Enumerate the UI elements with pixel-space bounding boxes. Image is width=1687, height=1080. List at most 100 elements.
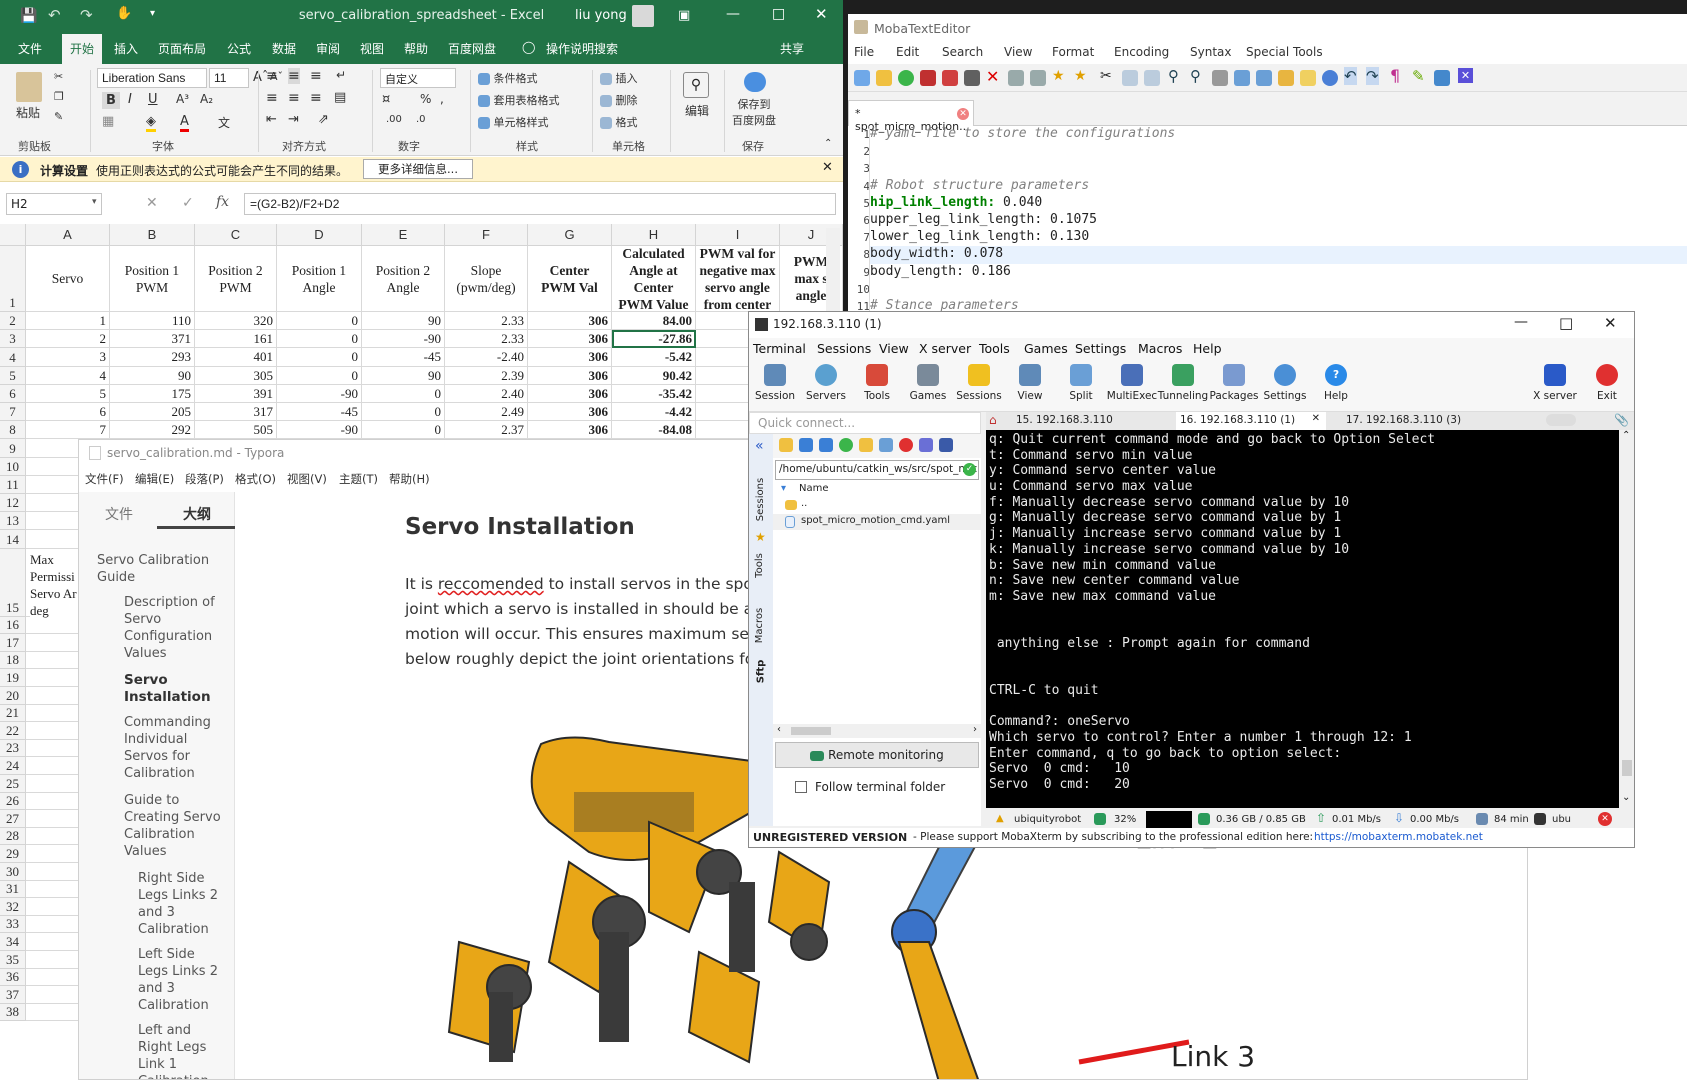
paste-icon[interactable] [1144, 70, 1160, 86]
table-cell[interactable]: 2.49 [445, 403, 528, 422]
mte-menu-special-tools[interactable]: Special Tools [1246, 45, 1323, 59]
table-cell[interactable]: 317 [195, 403, 277, 422]
table-cell[interactable]: 161 [195, 330, 277, 349]
reload-icon[interactable] [898, 70, 914, 86]
fill-color-icon[interactable]: ◈ [146, 114, 156, 132]
close-tab-icon[interactable]: ✕ [957, 108, 969, 120]
enter-entry-icon[interactable]: ✓ [182, 195, 194, 211]
code-line[interactable]: body_width: 0.078 [870, 246, 1003, 261]
show-symbols-icon[interactable]: ¶ [1390, 66, 1400, 85]
row-header[interactable]: 37 [0, 986, 26, 1004]
column-header[interactable]: G [528, 224, 612, 246]
percent-icon[interactable]: % [420, 92, 431, 106]
mxt-menu-sessions[interactable]: Sessions [817, 341, 871, 356]
row-header[interactable]: 15 [0, 548, 26, 617]
mte-menu-edit[interactable]: Edit [896, 45, 919, 59]
font-size-select[interactable]: 11 [209, 68, 249, 88]
table-cell[interactable]: 0 [277, 348, 362, 367]
table-cell[interactable]: -45 [362, 348, 445, 367]
paste-icon[interactable] [16, 72, 42, 102]
tab-view[interactable]: 视图 [360, 40, 384, 57]
row-header[interactable]: 21 [0, 704, 26, 723]
outline-item-description[interactable]: Description of Servo Configuration Value… [124, 594, 224, 662]
row-header[interactable]: 28 [0, 827, 26, 846]
path-ok-icon[interactable]: ✓ [963, 463, 976, 476]
table-cell[interactable]: -45 [277, 403, 362, 422]
find-icon[interactable]: ⚲ [1168, 67, 1179, 85]
align-middle-icon[interactable]: ≡ [288, 68, 300, 84]
column-header[interactable]: I [696, 224, 780, 246]
row-header[interactable]: 17 [0, 634, 26, 652]
toolbar-sessions[interactable]: Sessions [953, 364, 1005, 402]
tab-insert[interactable]: 插入 [114, 40, 138, 57]
follow-folder-checkbox[interactable] [795, 781, 807, 793]
tab-baidu[interactable]: 百度网盘 [448, 40, 496, 57]
typora-menu-help[interactable]: 帮助(H) [389, 471, 430, 487]
more-info-button[interactable]: 更多详细信息... [363, 159, 473, 179]
row-header[interactable]: 13 [0, 512, 26, 531]
table-cell[interactable]: -90 [277, 421, 362, 440]
increase-decimal-icon[interactable]: .00 [386, 114, 402, 125]
row-header[interactable]: 11 [0, 475, 26, 494]
tree-item-parent[interactable]: .. [773, 498, 981, 514]
indent-icon[interactable] [1030, 70, 1046, 86]
number-format-select[interactable]: 自定义 [380, 68, 456, 88]
table-cell[interactable]: 7 [26, 421, 110, 440]
misspelled-word[interactable]: reccomended [438, 575, 544, 593]
mte-file-tab[interactable]: * spot_micro_motion... ✕ [848, 100, 974, 133]
search-icon[interactable]: ⚲ [683, 72, 709, 98]
decrease-indent-icon[interactable]: ⇤ [266, 112, 277, 127]
outline-item-link1[interactable]: Left and Right Legs Link 1 Calibration [138, 1022, 224, 1079]
session-tab-16[interactable]: 16. 192.168.3.110 (1) ✕ [1176, 412, 1326, 430]
mxt-menu-tools[interactable]: Tools [979, 341, 1010, 356]
row-header[interactable]: 33 [0, 915, 26, 934]
insert-cells-button[interactable]: 插入 [600, 70, 638, 86]
wrap-text-icon[interactable]: ↵ [336, 68, 346, 82]
attach-icon[interactable]: 📎 [1614, 413, 1629, 427]
table-cell[interactable]: 306 [528, 403, 612, 422]
header-cell[interactable]: Slope (pwm/deg) [445, 246, 528, 312]
code-line[interactable]: # yaml file to store the configurations [870, 126, 1175, 141]
close-icon[interactable]: ✕ [1604, 314, 1617, 332]
table-cell[interactable]: 306 [528, 312, 612, 331]
currency-icon[interactable]: ¤ [382, 92, 390, 107]
close-file-icon[interactable]: ✕ [986, 67, 999, 86]
select-all-corner[interactable] [0, 224, 26, 246]
mxt-menu-games[interactable]: Games [1024, 341, 1068, 356]
table-cell[interactable]: 292 [110, 421, 195, 440]
row-header[interactable]: 32 [0, 898, 26, 916]
decrease-decimal-icon[interactable]: .0 [416, 114, 426, 125]
tab-home[interactable]: 开始 [62, 34, 103, 64]
align-left-icon[interactable]: ≡ [266, 90, 278, 106]
avatar[interactable] [632, 5, 654, 27]
column-header[interactable]: D [277, 224, 362, 246]
table-cell[interactable]: 2.37 [445, 421, 528, 440]
header-cell[interactable]: PWM val for negative max servo angle fro… [696, 246, 780, 312]
toolbar-help[interactable]: ? Help [1310, 364, 1362, 402]
align-center-icon[interactable]: ≡ [288, 90, 300, 106]
scroll-thumb[interactable] [1622, 760, 1632, 776]
outline-item-guide[interactable]: Servo Calibration Guide [97, 552, 217, 586]
toolbar-split[interactable]: Split [1055, 364, 1107, 402]
row-header[interactable]: 18 [0, 651, 26, 670]
row-header[interactable]: 27 [0, 810, 26, 828]
table-cell[interactable]: 305 [195, 366, 277, 385]
new-folder-icon[interactable] [859, 438, 873, 452]
toolbar-settings[interactable]: Settings [1259, 364, 1311, 402]
row-header[interactable]: 26 [0, 792, 26, 811]
align-right-icon[interactable]: ≡ [310, 90, 322, 106]
conditional-format-button[interactable]: 条件格式 [478, 70, 538, 86]
sidebar-hscrollbar[interactable]: ‹ › [773, 724, 981, 738]
table-cell[interactable]: 110 [110, 312, 195, 331]
name-box-dropdown-icon[interactable]: ▾ [92, 197, 97, 207]
download-icon[interactable] [799, 438, 813, 452]
tree-expand-icon[interactable]: ▾ [781, 483, 786, 494]
outline-item-creating-values[interactable]: Guide to Creating Servo Calibration Valu… [124, 792, 224, 860]
header-cell[interactable]: Position 2 PWM [195, 246, 277, 312]
row-header[interactable]: 8 [0, 421, 26, 440]
baidu-cloud-icon[interactable] [744, 72, 766, 92]
outline-item-servo-installation[interactable]: Servo Installation [124, 672, 224, 706]
remote-monitoring-button[interactable]: Remote monitoring [775, 742, 979, 768]
typora-menu-theme[interactable]: 主题(T) [339, 471, 378, 487]
typora-menu-view[interactable]: 视图(V) [287, 471, 327, 487]
